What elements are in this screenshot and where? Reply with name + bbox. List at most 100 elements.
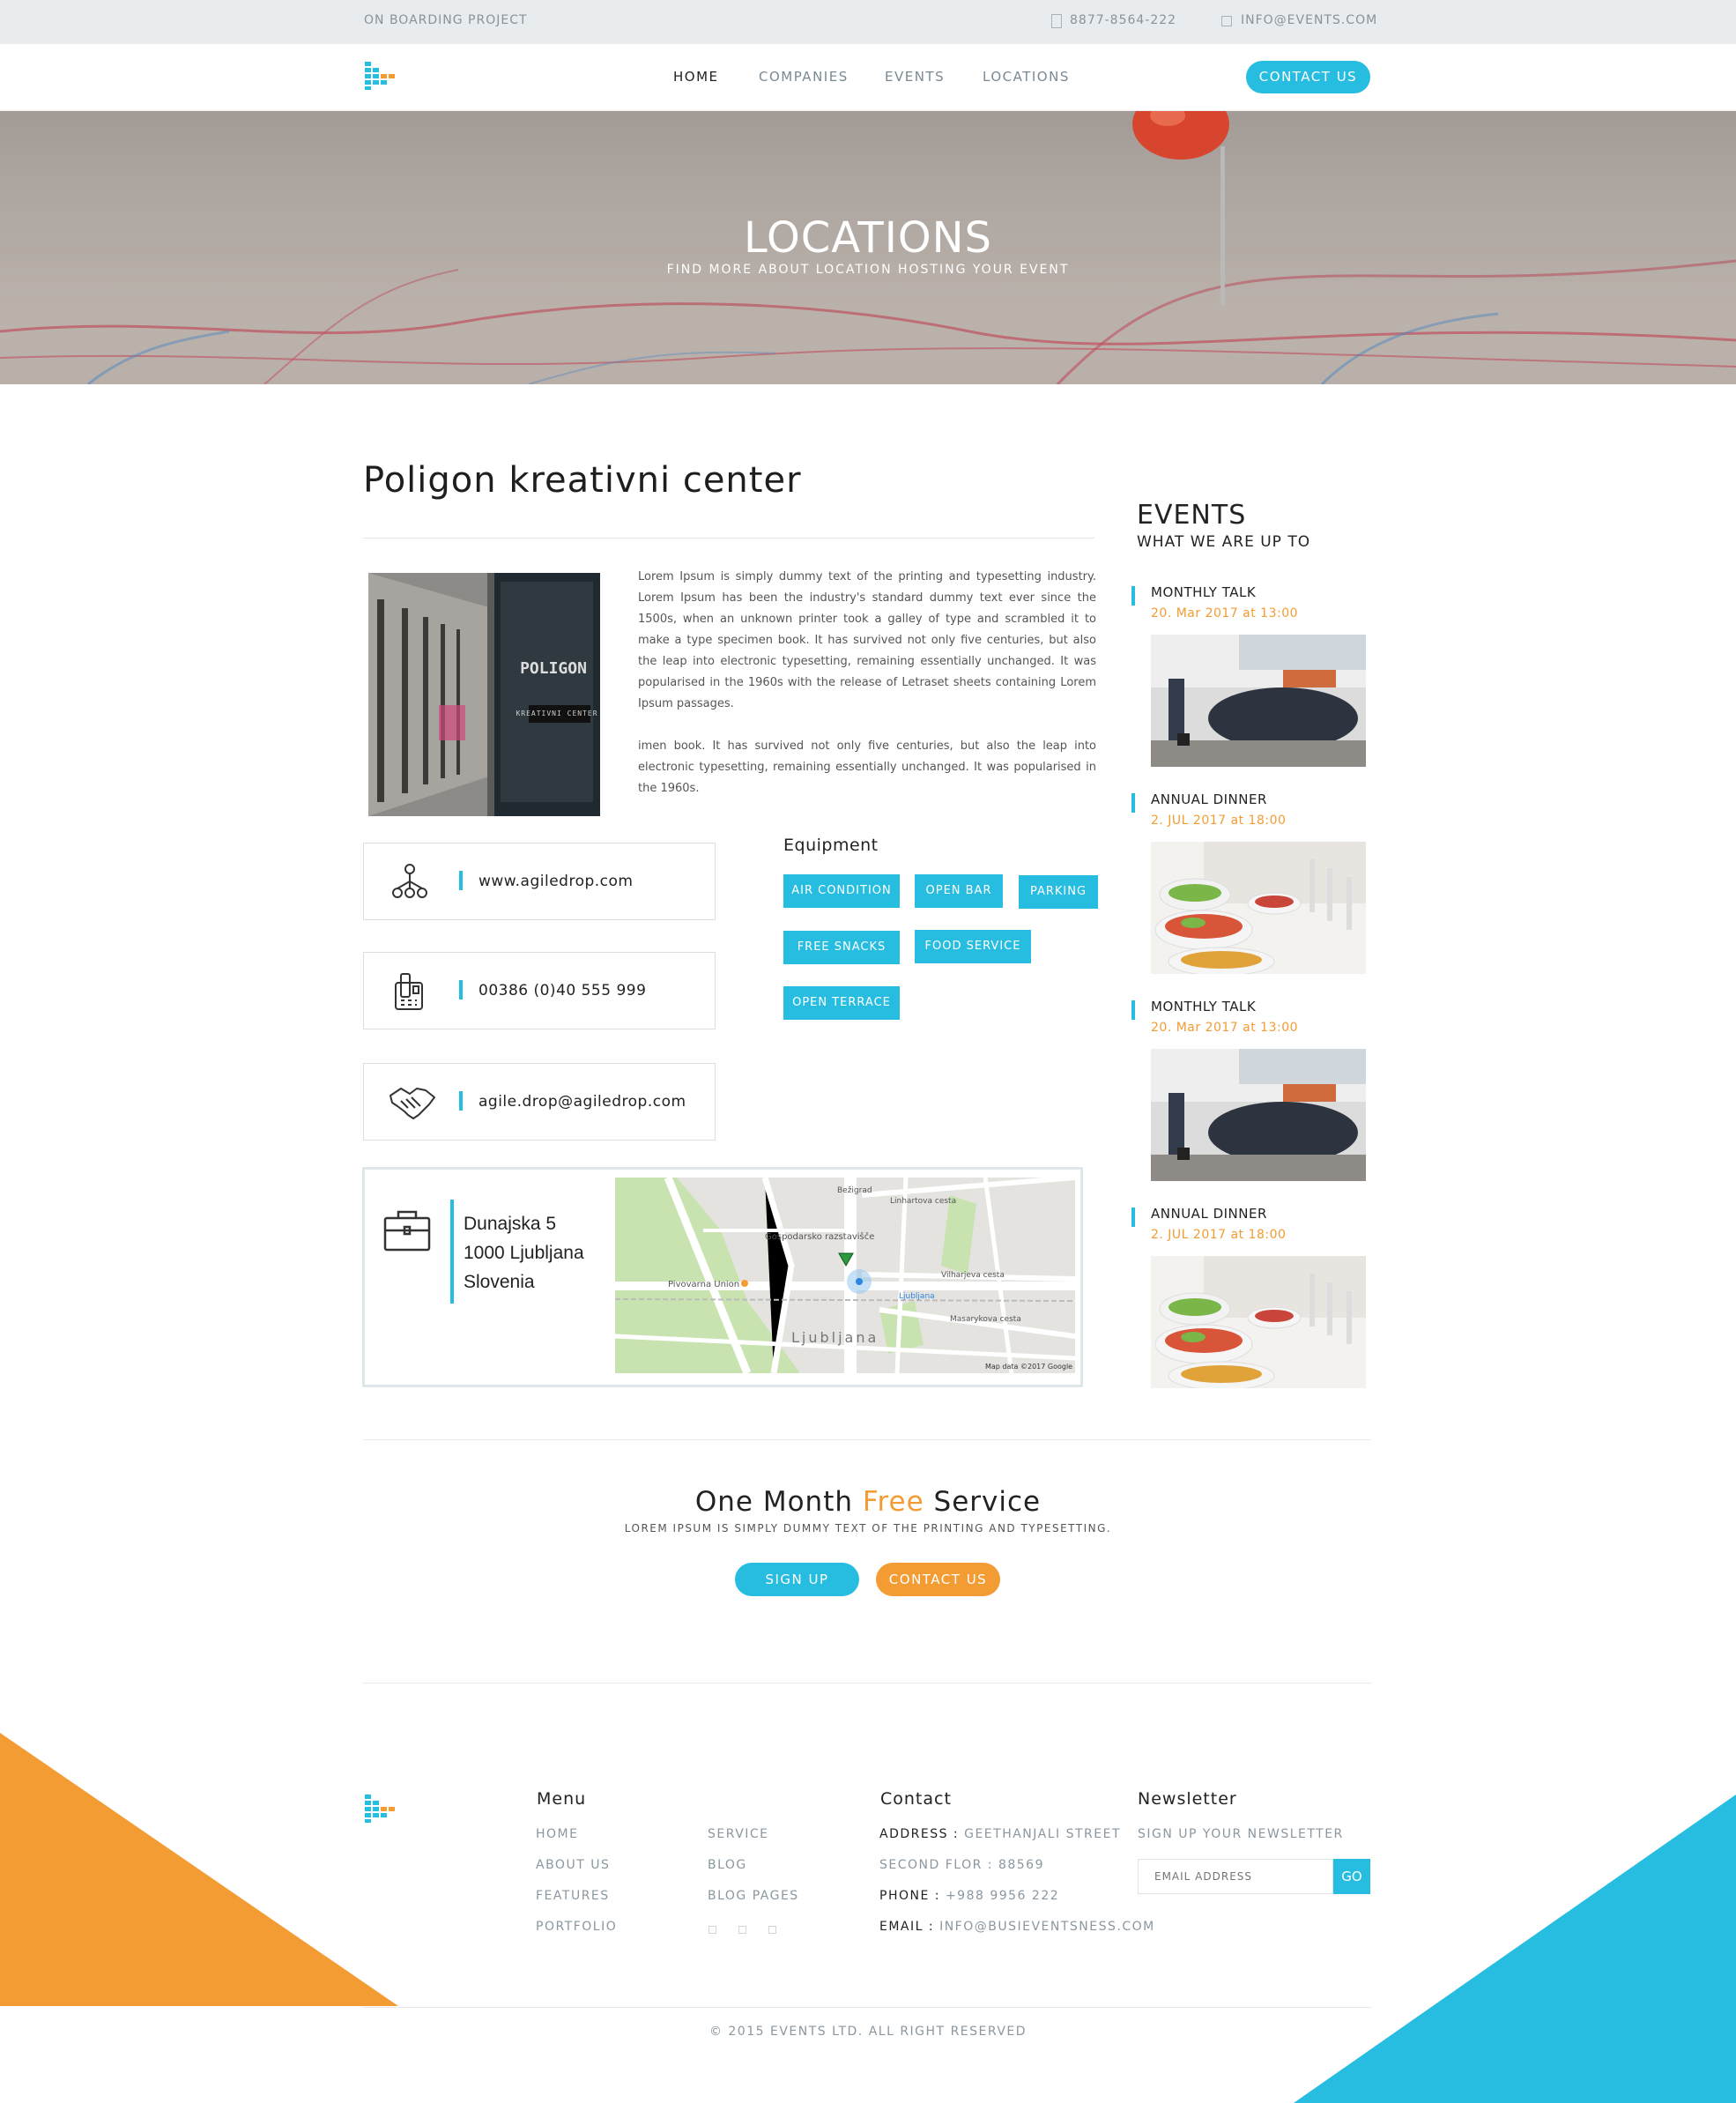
social-icon[interactable] [768, 1926, 776, 1934]
poligon-sign-sub: KREATIVNI CENTER [516, 710, 598, 717]
newsletter-subtitle: SIGN UP YOUR NEWSLETTER [1138, 1827, 1344, 1841]
map-label-ljubljana-station: Ljubljana [899, 1292, 935, 1301]
footer-link-home[interactable]: HOME [536, 1827, 578, 1841]
map-label-vilharjeva: Vilharjeva cesta [941, 1271, 1005, 1280]
talk-photo-art [1151, 1049, 1366, 1181]
footer-logo[interactable] [365, 1795, 400, 1823]
event-date: 20. Mar 2017 at 13:00 [1151, 606, 1299, 620]
footer-email-value[interactable]: INFO@BUSIEVENTSNESS.COM [939, 1920, 1155, 1934]
map-label-pivovarna: Pivovarna Union [668, 1280, 740, 1289]
top-email[interactable]: INFO@EVENTS.COM [1241, 13, 1377, 27]
nav-locations[interactable]: LOCATIONS [983, 69, 1070, 85]
promo-title: One Month Free Service [0, 1486, 1736, 1518]
promo-contact-button[interactable]: CONTACT US [876, 1563, 1000, 1596]
events-title: EVENTS [1137, 500, 1247, 531]
address: Dunajska 5 1000 Ljubljana Slovenia [464, 1209, 584, 1297]
phone-icon [1051, 14, 1062, 28]
footer-link-blog[interactable]: BLOG [708, 1858, 747, 1872]
main-nav: HOME COMPANIES EVENTS LOCATIONS CONTACT … [0, 44, 1736, 111]
promo-title-highlight: Free [862, 1486, 924, 1518]
hero-subtitle: FIND MORE ABOUT LOCATION HOSTING YOUR EV… [666, 263, 1070, 277]
event-thumbnail-talk[interactable] [1151, 1049, 1366, 1181]
social-icon[interactable] [708, 1926, 716, 1934]
website-link[interactable]: www.agiledrop.com [479, 873, 633, 890]
top-bar: ON BOARDING PROJECT 8877-8564-222 INFO@E… [0, 0, 1736, 44]
event-title[interactable]: ANNUAL DINNER [1151, 791, 1267, 807]
email-address[interactable]: agile.drop@agiledrop.com [479, 1093, 686, 1111]
talk-photo-art [1151, 635, 1366, 767]
event-date: 20. Mar 2017 at 13:00 [1151, 1021, 1299, 1035]
location-description-1: Lorem Ipsum is simply dummy text of the … [638, 570, 1096, 710]
address-accent [450, 1200, 454, 1304]
address-line-1: Dunajska 5 [464, 1214, 557, 1234]
dinner-photo-art [1151, 1256, 1366, 1388]
footer-contact-title: Contact [880, 1789, 952, 1809]
footer-link-portfolio[interactable]: PORTFOLIO [536, 1920, 617, 1934]
location-map[interactable]: Bežigrad Linhartova cesta Gospodarsko ra… [615, 1178, 1075, 1373]
event-thumbnail-dinner[interactable] [1151, 842, 1366, 974]
copyright: © 2015 EVENTS LTD. ALL RIGHT RESERVED [708, 2025, 1028, 2039]
signup-button[interactable]: SIGN UP [735, 1563, 859, 1596]
map-label-razstavisce: Gospodarsko razstavišče [765, 1232, 875, 1242]
nav-companies[interactable]: COMPANIES [759, 69, 849, 85]
email-accent [459, 1091, 463, 1111]
site-logo[interactable] [365, 62, 400, 90]
promo-subtitle: LOREM IPSUM IS SIMPLY DUMMY TEXT OF THE … [624, 1522, 1112, 1535]
footer-divider [363, 2007, 1371, 2008]
address-line-2: 1000 Ljubljana [464, 1243, 584, 1263]
footer-phone-label: PHONE : [879, 1889, 940, 1903]
event-accent [1131, 586, 1135, 606]
event-accent [1131, 793, 1135, 813]
footer-link-blog-pages[interactable]: BLOG PAGES [708, 1889, 799, 1903]
map-label-city: Ljubljana [791, 1329, 879, 1346]
equipment-air-condition: AIR CONDITION [783, 874, 900, 908]
nav-events[interactable]: EVENTS [885, 69, 945, 85]
event-thumbnail-talk[interactable] [1151, 635, 1366, 767]
event-accent [1131, 1208, 1135, 1227]
footer-phone-value[interactable]: +988 9956 222 [946, 1889, 1059, 1903]
address-map-box: Dunajska 5 1000 Ljubljana Slovenia Bežig… [362, 1167, 1083, 1387]
map-credit: Map data ©2017 Google [985, 1363, 1073, 1371]
equipment-open-terrace: OPEN TERRACE [783, 986, 900, 1020]
footer-decor [0, 1733, 1736, 2103]
promo-title-post: Service [924, 1486, 1042, 1518]
social-icon[interactable] [738, 1926, 746, 1934]
title-divider [363, 538, 1094, 539]
poligon-sign: POLIGON [520, 659, 587, 678]
map-label-bezigrad: Bežigrad [837, 1186, 872, 1195]
location-photo-art [368, 573, 600, 816]
footer-link-features[interactable]: FEATURES [536, 1889, 610, 1903]
footer-link-service[interactable]: SERVICE [708, 1827, 769, 1841]
location-title: Poligon kreativni center [363, 460, 802, 501]
hero-banner: LOCATIONS FIND MORE ABOUT LOCATION HOSTI… [0, 111, 1736, 384]
footer-email-label: EMAIL : [879, 1920, 935, 1934]
map-label-linhartova: Linhartova cesta [890, 1197, 957, 1206]
equipment-food-service: FOOD SERVICE [915, 930, 1031, 963]
website-accent [459, 871, 463, 890]
nav-contact-button[interactable]: CONTACT US [1246, 61, 1370, 93]
network-icon [392, 864, 427, 898]
footer-address-line-2: SECOND FLOR : 88569 [879, 1858, 1044, 1872]
address-line-3: Slovenia [464, 1272, 535, 1292]
footer-address-value: GEETHANJALI STREET [964, 1827, 1122, 1841]
event-thumbnail-dinner[interactable] [1151, 1256, 1366, 1388]
event-title[interactable]: ANNUAL DINNER [1151, 1206, 1267, 1222]
footer-email: EMAIL : INFO@BUSIEVENTSNESS.COM [879, 1920, 1155, 1934]
events-subtitle: WHAT WE ARE UP TO [1137, 533, 1311, 551]
phone-number[interactable]: 00386 (0)40 555 999 [479, 982, 646, 999]
top-phone[interactable]: 8877-8564-222 [1070, 13, 1176, 27]
hero-title: LOCATIONS [743, 213, 993, 263]
footer-link-about[interactable]: ABOUT US [536, 1858, 610, 1872]
nav-home[interactable]: HOME [673, 69, 719, 85]
phone-box: 00386 (0)40 555 999 [363, 952, 716, 1029]
telephone-icon [395, 973, 423, 1010]
event-date: 2. JUL 2017 at 18:00 [1151, 1228, 1287, 1242]
event-title[interactable]: MONTHLY TALK [1151, 999, 1256, 1014]
newsletter-go-button[interactable]: GO [1333, 1859, 1370, 1894]
mail-icon [1221, 16, 1232, 26]
event-date: 2. JUL 2017 at 18:00 [1151, 814, 1287, 828]
newsletter-email-input[interactable] [1138, 1859, 1333, 1894]
event-title[interactable]: MONTHLY TALK [1151, 584, 1256, 600]
location-description-2: imen book. It has survived not only five… [638, 739, 1096, 795]
footer-address-label: ADDRESS : [879, 1827, 960, 1841]
